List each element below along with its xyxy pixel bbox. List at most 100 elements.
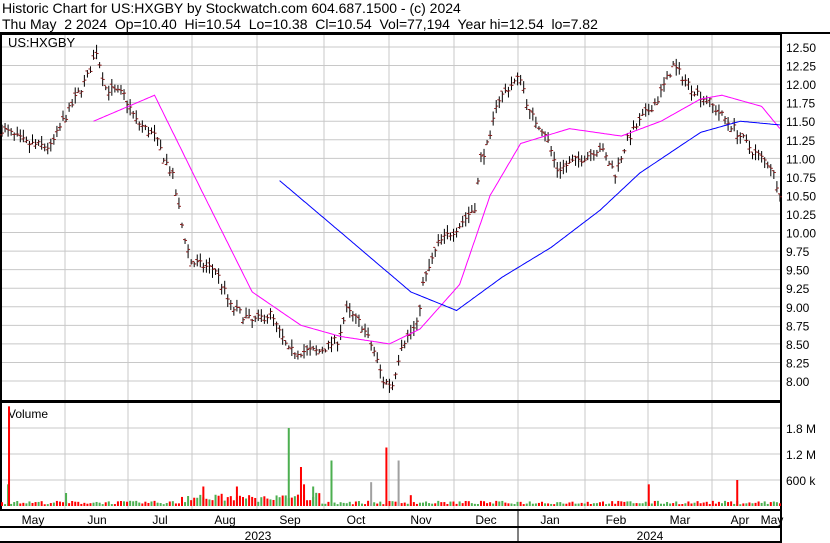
volume-bar <box>251 496 254 506</box>
volume-bar <box>43 504 46 506</box>
volume-bar <box>248 495 251 506</box>
volume-bar <box>629 501 632 506</box>
volume-bar <box>644 501 647 506</box>
volume-bar <box>379 501 382 506</box>
volume-bar <box>608 503 611 506</box>
volume-bar <box>531 503 534 506</box>
price-tick-label: 12.50 <box>786 41 816 55</box>
volume-bar <box>565 503 568 506</box>
volume-bar <box>659 503 662 506</box>
stock-chart: Historic Chart for US:HXGBY by Stockwatc… <box>0 0 830 543</box>
volume-bar <box>324 503 327 506</box>
volume-bar <box>360 503 363 506</box>
price-tick-label: 10.50 <box>786 189 816 203</box>
volume-bar <box>327 501 330 506</box>
volume-bar <box>724 500 727 506</box>
volume-bar <box>525 503 528 506</box>
volume-bar <box>135 500 138 506</box>
volume-bar <box>162 504 165 506</box>
volume-bar <box>309 500 312 506</box>
volume-bar <box>708 504 711 506</box>
price-tick-label: 11.50 <box>786 115 815 129</box>
volume-bar <box>650 503 653 506</box>
volume-bar-spike <box>65 493 68 506</box>
volume-bar <box>513 504 516 506</box>
volume-bar <box>226 497 229 506</box>
volume-bar <box>290 497 293 506</box>
volume-bar <box>717 501 720 506</box>
volume-bar <box>144 501 147 506</box>
volume-bar <box>269 499 272 506</box>
volume-bar <box>95 501 98 506</box>
volume-bar <box>760 502 763 506</box>
volume-bar <box>778 503 781 506</box>
volume-bar <box>62 502 65 506</box>
volume-bar <box>275 495 278 506</box>
volume-bar <box>28 501 31 506</box>
volume-bar-spike <box>235 486 238 506</box>
volume-bar <box>614 503 617 506</box>
volume-bar <box>574 503 577 506</box>
volume-bar <box>690 503 693 506</box>
volume-bar <box>104 502 107 506</box>
volume-bar-spike <box>370 482 373 506</box>
volume-bar <box>540 501 543 506</box>
volume-bar <box>388 501 391 506</box>
volume-bar <box>464 500 467 506</box>
volume-bar-spike <box>287 428 290 506</box>
volume-bar-spike <box>303 484 306 506</box>
volume-bar <box>119 500 122 506</box>
volume-bar <box>583 503 586 506</box>
volume-bar <box>592 503 595 506</box>
volume-bar <box>672 503 675 506</box>
volume-bar <box>653 500 656 506</box>
volume-bar <box>440 502 443 506</box>
volume-bar <box>266 498 269 506</box>
volume-bar <box>339 502 342 506</box>
volume-bar <box>638 503 641 506</box>
volume-bar <box>83 502 86 506</box>
volume-bar <box>473 503 476 506</box>
volume-bar <box>775 502 778 506</box>
volume-bar <box>278 497 281 506</box>
volume-bar <box>562 503 565 506</box>
volume-bar <box>150 501 153 506</box>
volume-bar <box>223 500 226 506</box>
volume-bar <box>666 501 669 506</box>
volume-bar <box>382 504 385 506</box>
volume-bar <box>184 502 187 506</box>
volume-bar <box>174 503 177 506</box>
volume-tick-label: 1.8 M <box>786 422 816 436</box>
volume-bar <box>595 503 598 506</box>
volume-bar <box>376 503 379 506</box>
volume-bar <box>272 499 275 506</box>
volume-bar <box>58 501 61 506</box>
volume-bar <box>501 500 504 506</box>
volume-bar <box>751 503 754 506</box>
volume-bar <box>586 501 589 506</box>
volume-bar <box>745 503 748 506</box>
volume-bar <box>699 503 702 506</box>
volume-bar <box>452 501 455 506</box>
volume-bar <box>333 502 336 506</box>
volume-bar <box>364 504 367 506</box>
volume-bar <box>190 500 193 506</box>
volume-bar <box>669 503 672 506</box>
volume-label: Volume <box>8 407 48 421</box>
volume-bar <box>293 496 296 506</box>
volume-bar <box>107 501 110 506</box>
volume-bar <box>52 502 55 506</box>
volume-bar <box>315 492 318 506</box>
volume-bar <box>68 503 71 506</box>
volume-bar <box>714 503 717 506</box>
price-tick-label: 11.75 <box>786 97 815 111</box>
volume-bar <box>229 496 232 506</box>
price-tick-label: 8.25 <box>786 356 810 370</box>
volume-bar <box>126 501 129 506</box>
month-label: Oct <box>347 513 366 527</box>
month-label: Apr <box>731 513 750 527</box>
volume-bar <box>711 500 714 506</box>
volume-bar <box>458 501 461 506</box>
volume-bar <box>727 502 730 506</box>
volume-bar <box>730 501 733 506</box>
